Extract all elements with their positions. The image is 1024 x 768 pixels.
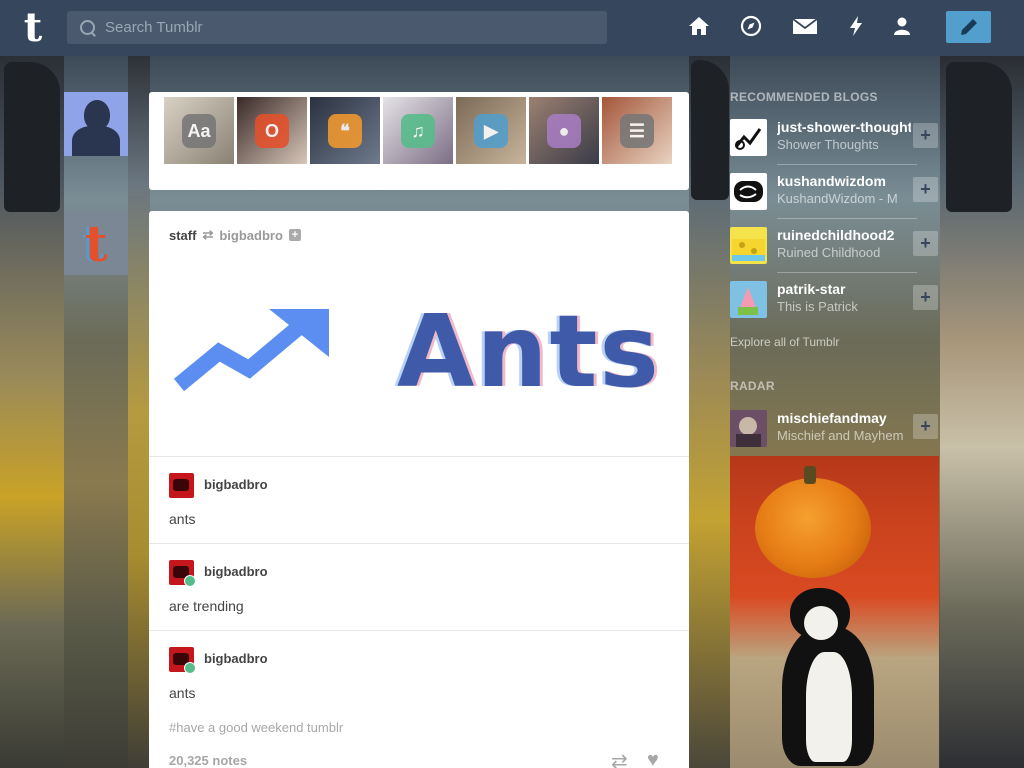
search-input[interactable] [105,19,585,36]
person-icon[interactable] [889,14,915,40]
follow-plus-icon[interactable]: + [288,229,301,241]
trending-thumbnail[interactable]: ▶ [456,97,526,164]
thread-avatar[interactable] [169,473,194,498]
pumpkin [755,478,871,578]
trending-thumbnail[interactable]: Aa [164,97,234,164]
follow-button[interactable]: + [913,177,938,202]
blog-avatar[interactable] [730,227,767,264]
thread-name[interactable]: bigbadbro [204,477,268,492]
trending-badge-icon: ❝ [328,113,362,148]
blog-name[interactable]: kushandwizdom [777,173,911,189]
post-image: Ants [169,297,669,417]
blog-avatar[interactable] [730,119,767,156]
follow-button[interactable]: + [913,123,938,148]
trending-badge-icon: ♫ [401,113,435,148]
trending-badge-icon: Aa [182,113,216,148]
background-locker-right [940,56,1024,768]
thread-name[interactable]: bigbadbro [204,564,268,579]
trending-thumbnail[interactable]: ☰ [602,97,672,164]
blog-name[interactable]: ruinedchildhood2 [777,227,911,243]
blog-subtitle: Ruined Childhood [777,245,881,260]
divider [777,218,917,219]
blog-subtitle: Shower Thoughts [777,137,879,152]
reblogged-from-name[interactable]: bigbadbro [219,228,283,243]
compass-icon[interactable] [738,14,764,40]
trending-thumbnail[interactable]: O [237,97,307,164]
radar-heading: RADAR [730,379,775,393]
envelope-icon[interactable] [792,14,818,40]
divider [777,272,917,273]
blog-subtitle: This is Patrick [777,299,858,314]
trending-thumbnails: Aa O ❝ ♫ ▶ ● ☰ [164,97,672,164]
post-card: staff ⇄ bigbadbro + Ants bigbadbro ants … [149,211,689,768]
recommended-blog[interactable]: patrik-star This is Patrick + [730,281,940,333]
blog-avatar[interactable] [730,281,767,318]
follow-button[interactable]: + [913,414,938,439]
my-avatar[interactable] [64,92,128,156]
trending-thumbnail[interactable]: ♫ [383,97,453,164]
divider [777,164,917,165]
blog-avatar[interactable] [730,173,767,210]
post-tags[interactable]: #have a good weekend tumblr [169,720,343,735]
radar-blog[interactable]: mischiefandmay Mischief and Mayhem + [730,410,940,462]
post-notes[interactable]: 20,325 notes [169,753,247,768]
blog-subtitle: KushandWizdom - M [777,191,898,206]
trending-badge-icon: ▶ [474,113,508,148]
recommended-blogs-heading: RECOMMENDED BLOGS [730,90,878,104]
background-locker-middle [689,56,730,768]
blog-subtitle: Mischief and Mayhem [777,428,904,443]
compose-post-button[interactable] [946,11,991,43]
trending-card: Aa O ❝ ♫ ▶ ● ☰ [149,92,689,190]
reblog-button[interactable]: ⇄ [611,749,628,768]
reblog-badge-icon [184,662,196,674]
thread-text: are trending [169,598,244,614]
trending-badge-icon: O [255,113,289,148]
radar-post-image[interactable] [730,456,939,768]
blog-name[interactable]: just-shower-thoughts [777,119,911,135]
trending-thumbnail[interactable]: ❝ [310,97,380,164]
top-navigation-bar: t [0,0,1024,56]
trending-thumbnail[interactable]: ● [529,97,599,164]
staff-avatar[interactable]: t [64,211,128,275]
blog-name[interactable]: mischiefandmay [777,410,911,426]
reblog-icon: ⇄ [202,227,214,242]
follow-button[interactable]: + [913,285,938,310]
blog-name[interactable]: patrik-star [777,281,911,297]
trending-badge-icon: ☰ [620,113,654,148]
lightning-icon[interactable] [843,14,869,40]
trending-badge-icon: ● [547,113,581,148]
trending-arrow-icon [173,309,329,392]
blog-avatar[interactable] [730,410,767,447]
explore-all-link[interactable]: Explore all of Tumblr [730,335,839,349]
tumblr-logo[interactable]: t [14,6,52,50]
search-icon [79,19,97,37]
post-image-text: Ants [397,293,661,410]
thread-text: ants [169,685,196,701]
post-author[interactable]: staff [169,228,196,243]
like-heart-icon[interactable]: ♥ [647,749,659,768]
background-locker-strip [128,56,150,768]
follow-button[interactable]: + [913,231,938,256]
background-locker-left [0,56,64,768]
home-icon[interactable] [686,14,712,40]
search-bar[interactable] [67,11,607,44]
post-header: staff ⇄ bigbadbro + [169,227,301,243]
thread-name[interactable]: bigbadbro [204,651,268,666]
reblog-badge-icon [184,575,196,587]
thread-text: ants [169,511,196,527]
